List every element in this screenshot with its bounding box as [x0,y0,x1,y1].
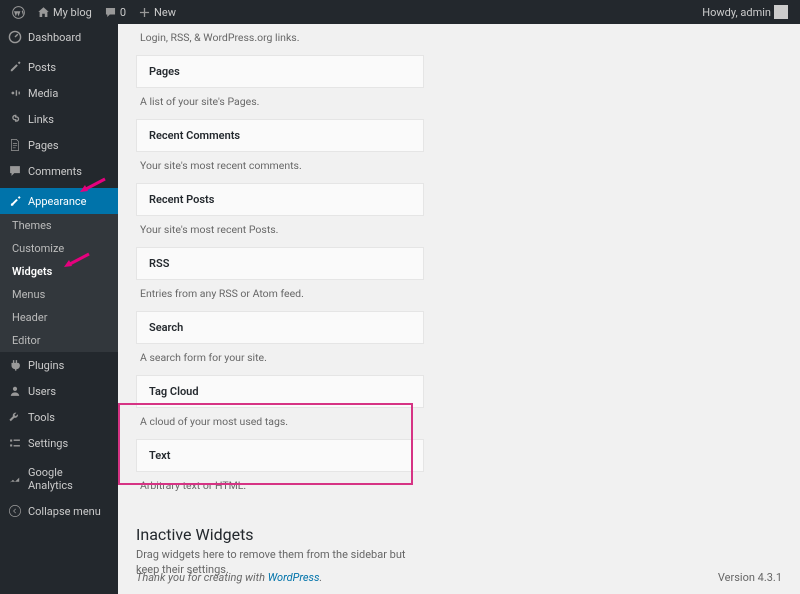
site-name: My blog [53,6,92,19]
sidebar-item-appearance[interactable]: Appearance [0,188,118,214]
sidebar-item-analytics[interactable]: Google Analytics [0,460,118,498]
sidebar-item-label: Comments [28,165,82,178]
admin-footer: Thank you for creating with WordPress. V… [118,561,800,594]
sidebar-item-label: Tools [28,411,55,424]
appearance-submenu: Themes Customize Widgets Menus Header Ed… [0,214,118,352]
admin-toolbar: My blog 0 New Howdy, admin [0,0,800,24]
widget-recent-comments[interactable]: Recent Comments [136,119,424,152]
inactive-heading: Inactive Widgets [136,525,416,544]
avatar [774,5,788,19]
sidebar-item-comments[interactable]: Comments [0,158,118,184]
sub-item-widgets[interactable]: Widgets [0,260,118,283]
site-link[interactable]: My blog [33,6,96,19]
admin-sidebar: Dashboard Posts Media Links Pages Commen… [0,24,118,594]
sidebar-item-label: Google Analytics [28,466,110,492]
widget-recent-posts[interactable]: Recent Posts [136,183,424,216]
widget-description: Arbitrary text or HTML. [136,472,424,503]
sidebar-item-users[interactable]: Users [0,378,118,404]
sidebar-item-label: Links [28,113,54,126]
sidebar-item-pages[interactable]: Pages [0,132,118,158]
comments-link[interactable]: 0 [100,6,130,19]
widget-description: Entries from any RSS or Atom feed. [136,280,424,311]
widget-rss[interactable]: RSS [136,247,424,280]
new-label: New [154,6,176,19]
greeting: Howdy, admin [702,6,771,19]
sidebar-item-links[interactable]: Links [0,106,118,132]
wordpress-link[interactable]: WordPress [268,571,320,584]
collapse-menu[interactable]: Collapse menu [0,498,118,524]
widget-pages[interactable]: Pages [136,55,424,88]
widget-text[interactable]: Text [136,439,424,472]
widget-tag-cloud[interactable]: Tag Cloud [136,375,424,408]
widget-description: Login, RSS, & WordPress.org links. [136,24,424,55]
sidebar-item-label: Pages [28,139,59,152]
sidebar-item-label: Plugins [28,359,64,372]
sidebar-item-label: Posts [28,61,56,74]
main-content: Login, RSS, & WordPress.org links. Pages… [118,24,800,594]
sub-item-menus[interactable]: Menus [0,283,118,306]
available-widgets: Login, RSS, & WordPress.org links. Pages… [136,24,424,503]
sub-item-customize[interactable]: Customize [0,237,118,260]
sidebar-item-label: Appearance [28,195,87,208]
my-account[interactable]: Howdy, admin [698,5,792,19]
sidebar-item-dashboard[interactable]: Dashboard [0,24,118,50]
footer-thanks: Thank you for creating with WordPress. [136,571,322,584]
sidebar-item-plugins[interactable]: Plugins [0,352,118,378]
widget-description: A list of your site's Pages. [136,88,424,119]
sidebar-item-settings[interactable]: Settings [0,430,118,456]
widget-description: A search form for your site. [136,344,424,375]
sidebar-item-label: Dashboard [28,31,81,44]
new-content[interactable]: New [134,6,180,19]
comments-count: 0 [120,6,126,19]
widget-description: Your site's most recent comments. [136,152,424,183]
sidebar-item-tools[interactable]: Tools [0,404,118,430]
sidebar-item-media[interactable]: Media [0,80,118,106]
sub-item-editor[interactable]: Editor [0,329,118,352]
widget-search[interactable]: Search [136,311,424,344]
footer-version: Version 4.3.1 [718,571,782,584]
sidebar-item-posts[interactable]: Posts [0,54,118,80]
sidebar-item-label: Settings [28,437,68,450]
sidebar-item-label: Users [28,385,56,398]
widget-description: A cloud of your most used tags. [136,408,424,439]
sidebar-item-label: Media [28,87,58,100]
sub-item-themes[interactable]: Themes [0,214,118,237]
wp-logo[interactable] [8,6,29,19]
sidebar-item-label: Collapse menu [28,505,101,518]
sub-item-header[interactable]: Header [0,306,118,329]
widget-description: Your site's most recent Posts. [136,216,424,247]
